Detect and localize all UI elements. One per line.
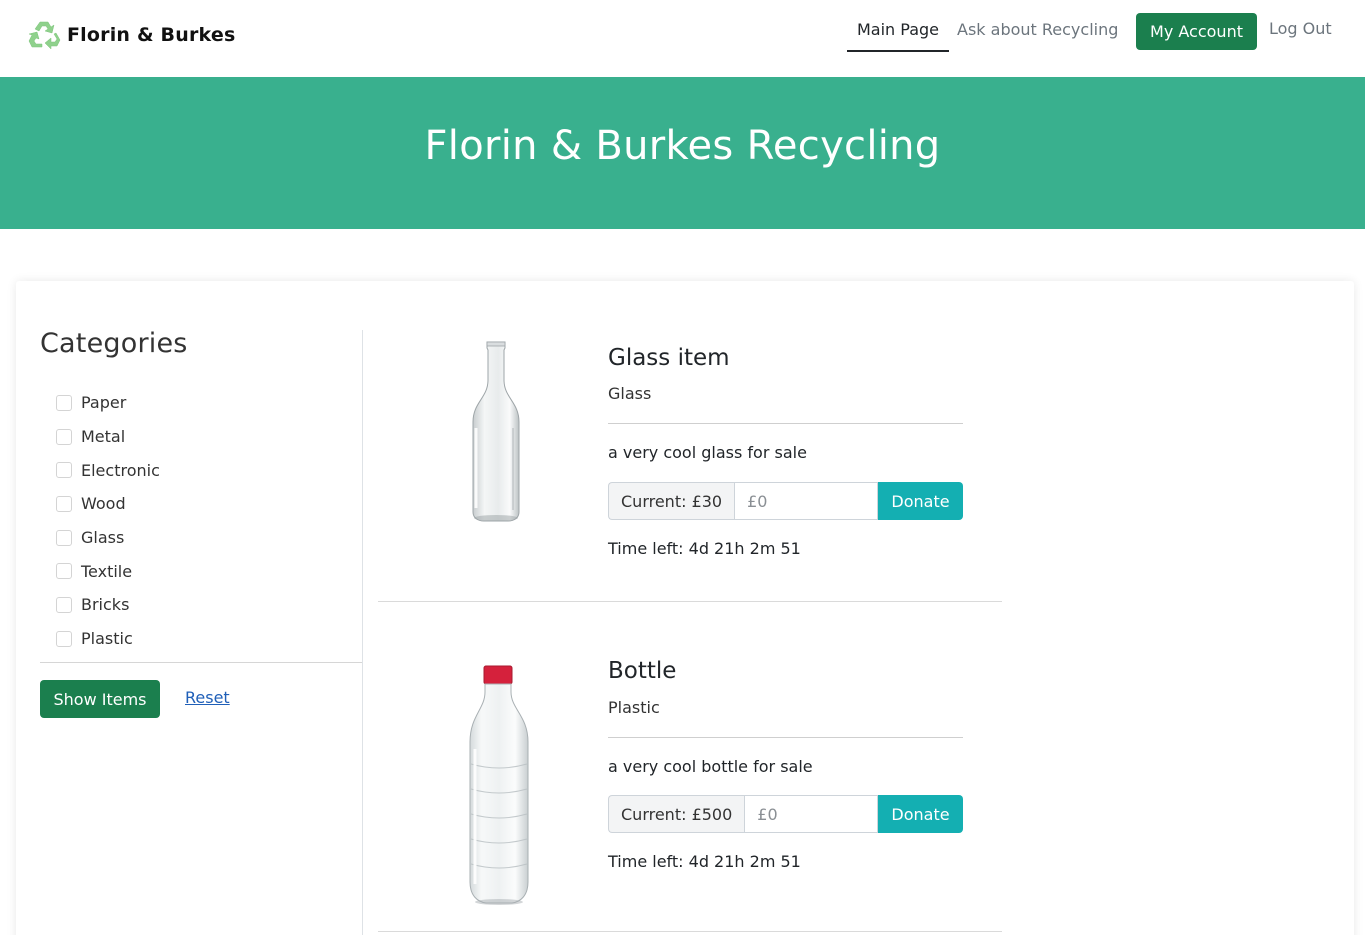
- donation-amount-input[interactable]: [744, 795, 878, 833]
- item-divider: [608, 423, 963, 424]
- categories-sidebar: Categories Paper Metal Electronic Wood G…: [40, 328, 362, 718]
- category-label: Glass: [81, 528, 125, 548]
- current-bid: Current: £500: [608, 795, 745, 833]
- recycle-icon: [28, 21, 61, 50]
- checkbox[interactable]: [56, 495, 72, 512]
- brand-name: Florin & Burkes: [67, 24, 236, 46]
- category-label: Metal: [81, 427, 126, 447]
- checkbox[interactable]: [56, 596, 72, 613]
- hero-banner: Florin & Burkes Recycling: [0, 77, 1365, 229]
- navbar: Florin & Burkes Main Page Ask about Recy…: [0, 0, 1365, 77]
- categories-title: Categories: [40, 328, 188, 359]
- time-left: Time left: 4d 21h 2m 51: [608, 852, 801, 871]
- time-left: Time left: 4d 21h 2m 51: [608, 539, 801, 558]
- nav-log-out[interactable]: Log Out: [1269, 19, 1332, 39]
- donation-amount-input[interactable]: [734, 482, 878, 520]
- donate-button[interactable]: Donate: [878, 795, 963, 833]
- plastic-bottle-image[interactable]: [464, 664, 534, 906]
- item-category: Glass: [608, 384, 652, 403]
- vertical-divider: [362, 330, 363, 935]
- category-label: Electronic: [81, 460, 160, 480]
- checkbox[interactable]: [56, 529, 72, 546]
- sidebar-divider: [40, 662, 362, 663]
- item-category: Plastic: [608, 698, 660, 717]
- item-description: a very cool bottle for sale: [608, 757, 813, 776]
- current-bid: Current: £30: [608, 482, 735, 520]
- category-label: Bricks: [81, 595, 130, 615]
- category-item-wood[interactable]: Wood: [56, 487, 160, 521]
- category-label: Plastic: [81, 629, 133, 649]
- nav-main-page[interactable]: Main Page: [847, 20, 949, 52]
- glass-bottle-image[interactable]: [462, 340, 530, 522]
- checkbox[interactable]: [56, 563, 72, 580]
- category-item-paper[interactable]: Paper: [56, 386, 160, 420]
- item-description: a very cool glass for sale: [608, 443, 807, 462]
- category-item-textile[interactable]: Textile: [56, 554, 160, 588]
- category-item-electronic[interactable]: Electronic: [56, 453, 160, 487]
- item-title: Glass item: [608, 345, 730, 371]
- content-card: [16, 281, 1354, 935]
- checkbox[interactable]: [56, 428, 72, 445]
- category-item-bricks[interactable]: Bricks: [56, 588, 160, 622]
- checkbox[interactable]: [56, 394, 72, 411]
- category-label: Textile: [81, 561, 133, 581]
- item-divider: [608, 737, 963, 738]
- reset-link[interactable]: Reset: [185, 688, 230, 707]
- hero-title: Florin & Burkes Recycling: [424, 123, 941, 169]
- brand[interactable]: Florin & Burkes: [28, 19, 235, 51]
- category-list: Paper Metal Electronic Wood Glass Textil…: [56, 386, 160, 656]
- checkbox[interactable]: [56, 462, 72, 479]
- category-item-metal[interactable]: Metal: [56, 420, 160, 454]
- category-item-plastic[interactable]: Plastic: [56, 622, 160, 656]
- nav-ask-recycling[interactable]: Ask about Recycling: [957, 20, 1118, 40]
- category-label: Wood: [81, 494, 126, 514]
- item-separator: [378, 931, 1002, 932]
- show-items-button[interactable]: Show Items: [40, 680, 160, 718]
- bid-group: Current: £500 Donate: [608, 795, 963, 833]
- checkbox[interactable]: [56, 630, 72, 647]
- my-account-button[interactable]: My Account: [1136, 13, 1257, 50]
- category-item-glass[interactable]: Glass: [56, 521, 160, 555]
- item-separator: [378, 601, 1002, 602]
- category-label: Paper: [81, 393, 127, 413]
- bid-group: Current: £30 Donate: [608, 482, 963, 520]
- item-title: Bottle: [608, 658, 677, 684]
- donate-button[interactable]: Donate: [878, 482, 963, 520]
